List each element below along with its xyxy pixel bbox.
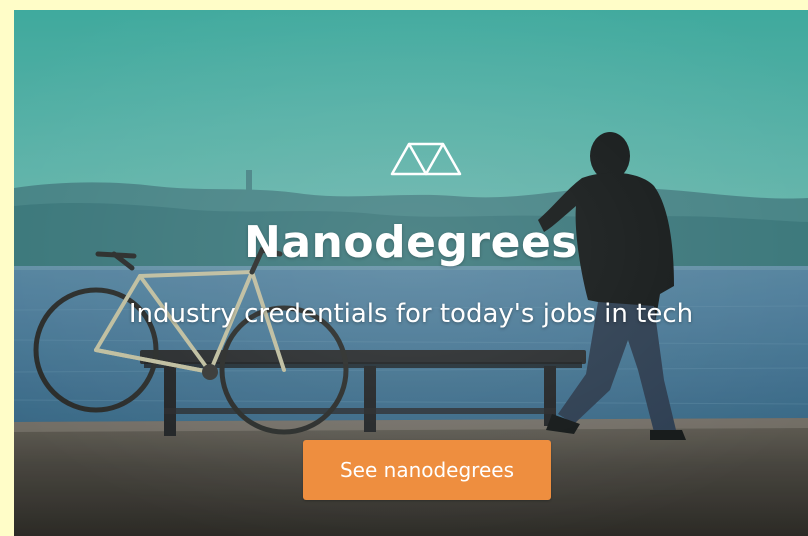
nanodegree-triangles-icon xyxy=(390,142,462,176)
see-nanodegrees-button[interactable]: See nanodegrees xyxy=(303,440,551,500)
page-frame: Nanodegrees Industry credentials for tod… xyxy=(0,0,808,536)
nanodegree-banner[interactable]: Nanodegrees Industry credentials for tod… xyxy=(14,10,808,536)
banner-subtitle: Industry credentials for today's jobs in… xyxy=(128,299,694,329)
banner-title: Nanodegrees xyxy=(244,217,578,268)
